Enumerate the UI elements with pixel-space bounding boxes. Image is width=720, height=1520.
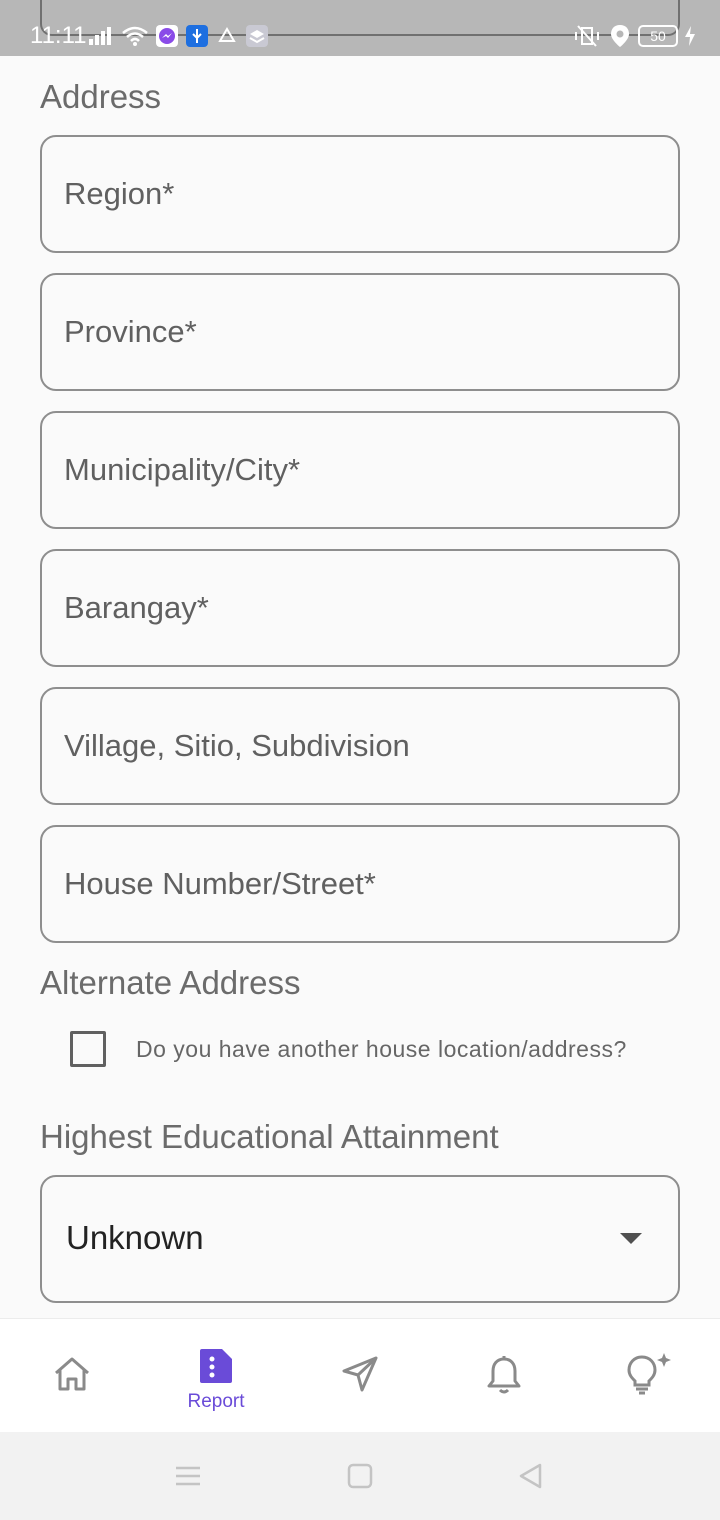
status-time: 11:11 [30, 22, 87, 49]
mute-vibrate-icon [572, 24, 602, 48]
nav-item-report[interactable]: Report [144, 1319, 288, 1433]
house-street-field[interactable] [40, 825, 680, 943]
signal-icon [88, 27, 114, 45]
barangay-field[interactable] [40, 549, 680, 667]
nav-item-home[interactable] [0, 1319, 144, 1433]
province-field[interactable] [40, 273, 680, 391]
send-icon [340, 1355, 380, 1398]
municipality-input[interactable] [64, 413, 644, 527]
status-bar: 11:11 50 [0, 0, 720, 56]
alternate-address-checkbox[interactable] [70, 1031, 106, 1067]
bottom-navigation: Report [0, 1318, 720, 1432]
report-form-screen: 11:11 50 Address Region* Province* Munic… [0, 0, 720, 1520]
status-left-icons [88, 22, 276, 50]
drive-icon [216, 25, 238, 47]
back-button-icon[interactable] [516, 1462, 544, 1495]
recent-apps-icon[interactable] [174, 1462, 202, 1495]
village-input[interactable] [64, 689, 644, 803]
address-title: Address [40, 78, 162, 115]
nav-item-notifications[interactable] [432, 1319, 576, 1433]
region-field[interactable] [40, 135, 680, 253]
usb-icon [186, 25, 208, 47]
bell-icon [485, 1355, 523, 1400]
alternate-address-title: Alternate Address [40, 964, 301, 1001]
home-icon [52, 1355, 92, 1398]
education-title: Highest Educational Attainment [40, 1118, 499, 1155]
battery-icon: 50 [638, 25, 678, 47]
municipality-field[interactable] [40, 411, 680, 529]
lightbulb-icon [623, 1351, 673, 1400]
province-input[interactable] [64, 275, 644, 389]
system-navigation-bar [0, 1432, 720, 1520]
education-select[interactable]: Unknown [40, 1175, 680, 1303]
layers-icon [246, 25, 268, 47]
alternate-address-label[interactable]: Do you have another house location/addre… [136, 1036, 627, 1063]
charging-icon [684, 26, 696, 46]
location-icon [610, 24, 630, 48]
status-right-icons: 50 [572, 22, 696, 50]
education-selected-value: Unknown [66, 1219, 204, 1256]
wifi-icon [122, 26, 148, 46]
barangay-input[interactable] [64, 551, 644, 665]
village-field[interactable] [40, 687, 680, 805]
caret-down-icon [620, 1233, 642, 1244]
form-content: Address Alternate Address Do you have an… [0, 56, 720, 1318]
nav-label-report: Report [187, 1391, 245, 1412]
report-icon [198, 1347, 234, 1390]
region-input[interactable] [64, 137, 644, 251]
messenger-icon [156, 25, 178, 47]
home-button-icon[interactable] [346, 1462, 374, 1495]
nav-item-tips[interactable] [576, 1319, 720, 1433]
house-street-input[interactable] [64, 827, 644, 941]
nav-item-send[interactable] [288, 1319, 432, 1433]
